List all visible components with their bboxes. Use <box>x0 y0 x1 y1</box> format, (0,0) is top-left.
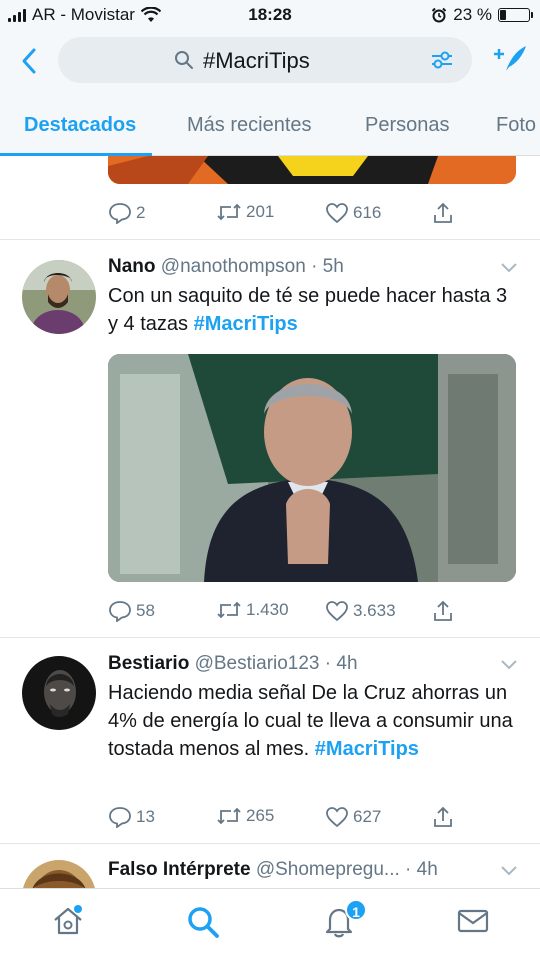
retweet-count: 1.430 <box>246 600 289 619</box>
retweet-button[interactable]: 201 <box>216 202 274 222</box>
tweet-header: Bestiario @Bestiario123 · 4h <box>108 653 358 675</box>
retweet-count: 201 <box>246 202 275 221</box>
tweet-body: Con un saquito de té se puede hacer hast… <box>108 285 508 335</box>
messages-icon[interactable] <box>456 905 490 937</box>
avatar[interactable] <box>22 656 96 730</box>
user-name[interactable]: Bestiario <box>108 653 189 674</box>
tab-mas-recientes[interactable]: Más recientes <box>187 114 312 137</box>
avatar[interactable] <box>22 260 96 334</box>
compose-icon[interactable] <box>492 43 528 75</box>
like-count: 616 <box>353 203 382 222</box>
reply-count: 2 <box>136 203 146 222</box>
tweet-header: Nano @nanothompson · 5h <box>108 256 344 278</box>
tweet-text: Haciendo media señal De la Cruz ahorras … <box>108 679 518 763</box>
tweet-divider <box>0 637 540 638</box>
tweet-feed[interactable]: 2 201 616 Nano @nanothompson · 5h Con un… <box>0 156 540 888</box>
reply-button[interactable]: 2 <box>108 202 145 224</box>
battery-fill <box>500 10 506 20</box>
search-tabs: Destacados Más recientes Personas Foto <box>0 90 540 156</box>
tab-destacados[interactable]: Destacados <box>24 114 136 137</box>
search-query: #MacriTips <box>203 48 310 73</box>
tweet-divider <box>0 843 540 844</box>
like-button[interactable]: 616 <box>325 202 381 224</box>
tab-personas[interactable]: Personas <box>365 114 450 137</box>
hashtag-link[interactable]: #MacriTips <box>315 738 419 760</box>
filter-icon[interactable] <box>430 49 454 71</box>
avatar-image <box>22 656 96 730</box>
search-header: #MacriTips <box>0 32 540 90</box>
bottom-navigation: 1 <box>0 888 540 960</box>
status-bar: AR - Movistar 18:28 23 % <box>0 0 540 32</box>
reply-icon <box>109 807 131 828</box>
like-button[interactable]: 627 <box>325 806 381 828</box>
avatar-image <box>22 260 96 334</box>
tweet-divider <box>0 239 540 240</box>
search-icon <box>175 51 193 69</box>
like-count: 3.633 <box>353 601 396 620</box>
tweet-time: · 5h <box>311 256 344 277</box>
tweet-photo[interactable] <box>108 354 516 582</box>
share-icon <box>434 600 452 621</box>
tweet-text: Con un saquito de té se puede hacer hast… <box>108 282 518 338</box>
back-arrow-icon[interactable] <box>16 46 44 76</box>
retweet-icon <box>217 807 241 825</box>
chevron-down-icon[interactable] <box>500 262 518 274</box>
heart-icon <box>326 601 348 622</box>
reply-button[interactable]: 58 <box>108 600 155 622</box>
retweet-icon <box>217 203 241 221</box>
like-count: 627 <box>353 807 382 826</box>
alarm-icon <box>432 7 447 23</box>
reply-button[interactable]: 13 <box>108 806 155 828</box>
photo-image <box>108 354 516 582</box>
reply-count: 58 <box>136 601 155 620</box>
share-icon <box>434 806 452 827</box>
share-icon <box>434 202 452 223</box>
retweet-count: 265 <box>246 806 275 825</box>
tweet-header: Falso Intérprete @Shomepregu... · 4h <box>108 859 438 881</box>
reply-icon <box>109 601 131 622</box>
cartoon-image <box>108 156 516 184</box>
heart-icon <box>326 203 348 224</box>
hashtag-link[interactable]: #MacriTips <box>194 313 298 335</box>
tweet-media-partial[interactable] <box>108 156 516 184</box>
reply-count: 13 <box>136 807 155 826</box>
user-name[interactable]: Nano <box>108 256 156 277</box>
search-icon[interactable] <box>186 905 220 939</box>
user-handle[interactable]: @Shomepregu... <box>256 859 400 880</box>
notifications-badge: 1 <box>345 899 367 921</box>
battery-icon <box>498 8 533 22</box>
tweet-body: Haciendo media señal De la Cruz ahorras … <box>108 682 513 760</box>
reply-icon <box>109 203 131 224</box>
share-button[interactable] <box>432 202 454 224</box>
tweet-time: · 4h <box>324 653 358 674</box>
home-unread-dot <box>74 905 82 913</box>
like-button[interactable]: 3.633 <box>325 600 396 622</box>
chevron-down-icon[interactable] <box>500 659 518 671</box>
retweet-button[interactable]: 1.430 <box>216 600 289 620</box>
avatar[interactable] <box>22 860 96 888</box>
heart-icon <box>326 807 348 828</box>
share-button[interactable] <box>432 806 454 828</box>
retweet-button[interactable]: 265 <box>216 806 274 826</box>
user-name[interactable]: Falso Intérprete <box>108 859 251 880</box>
tab-fotos[interactable]: Foto <box>496 114 536 137</box>
search-input[interactable]: #MacriTips <box>58 37 472 83</box>
share-button[interactable] <box>432 600 454 622</box>
status-right: 23 % <box>431 5 533 25</box>
battery-percent: 23 % <box>453 5 492 24</box>
user-handle[interactable]: @Bestiario123 <box>195 653 320 674</box>
tweet-time: · 4h <box>405 859 438 880</box>
chevron-down-icon[interactable] <box>500 865 518 877</box>
avatar-image <box>22 860 96 888</box>
retweet-icon <box>217 601 241 619</box>
user-handle[interactable]: @nanothompson <box>161 256 306 277</box>
